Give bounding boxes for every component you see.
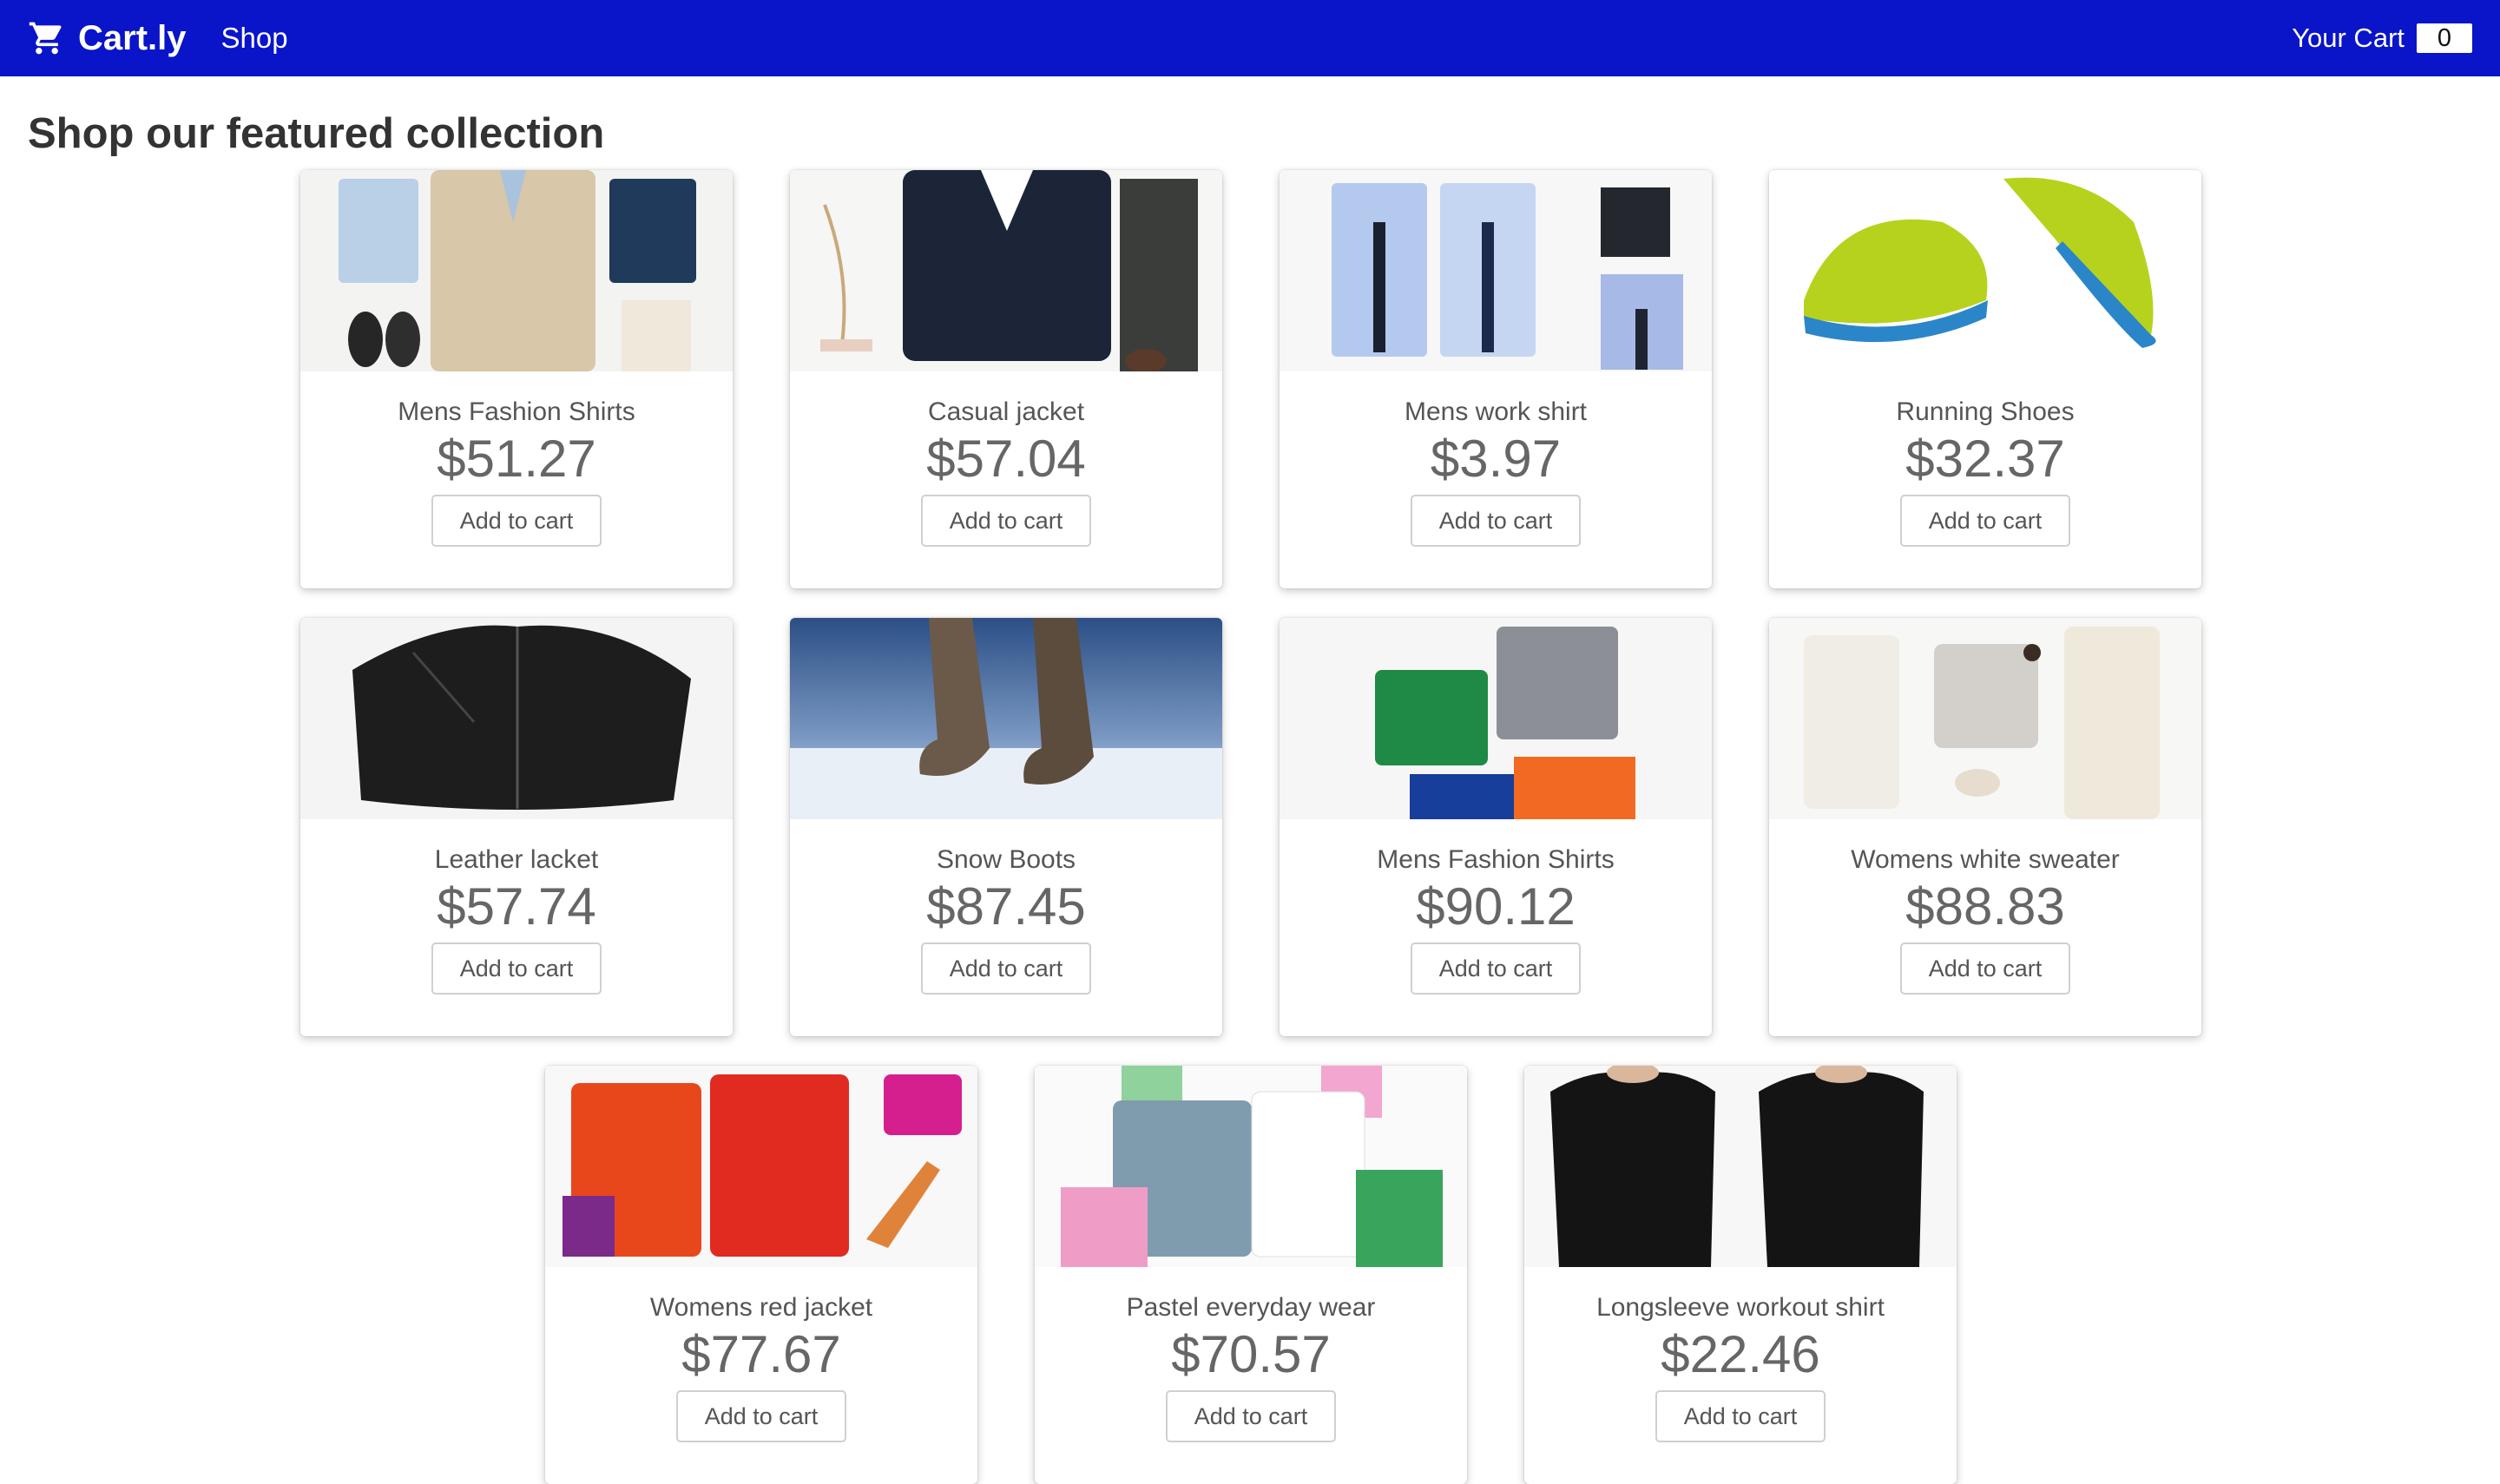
product-name: Womens white sweater bbox=[1851, 845, 2120, 874]
product-image-longsleeve-shirt[interactable] bbox=[1524, 1066, 1957, 1267]
product-image-leather-jacket[interactable] bbox=[300, 618, 733, 819]
product-card: Womens red jacket $77.67 Add to cart bbox=[545, 1066, 977, 1484]
add-to-cart-button[interactable]: Add to cart bbox=[676, 1390, 846, 1442]
add-to-cart-button[interactable]: Add to cart bbox=[1900, 942, 2070, 995]
product-card: Mens Fashion Shirts $51.27 Add to cart bbox=[300, 170, 733, 588]
product-price: $32.37 bbox=[1905, 430, 2065, 488]
product-name: Womens red jacket bbox=[649, 1293, 873, 1322]
product-price: $57.74 bbox=[437, 877, 596, 936]
add-to-cart-button[interactable]: Add to cart bbox=[1411, 495, 1581, 547]
product-name: Longsleeve workout shirt bbox=[1596, 1293, 1885, 1322]
product-price: $3.97 bbox=[1430, 430, 1562, 488]
product-name: Mens work shirt bbox=[1404, 397, 1588, 426]
product-grid: Mens Fashion Shirts $51.27 Add to cart C… bbox=[0, 0, 2500, 1484]
product-card: Leather lacket $57.74 Add to cart bbox=[300, 618, 733, 1036]
product-card: Snow Boots $87.45 Add to cart bbox=[790, 618, 1222, 1036]
product-price: $70.57 bbox=[1171, 1325, 1331, 1383]
add-to-cart-button[interactable]: Add to cart bbox=[1411, 942, 1581, 995]
product-name: Pastel everyday wear bbox=[1126, 1293, 1376, 1322]
product-price: $77.67 bbox=[681, 1325, 841, 1383]
product-name: Mens Fashion Shirts bbox=[398, 397, 635, 426]
product-name: Running Shoes bbox=[1896, 397, 2075, 426]
product-image-snow-boots[interactable] bbox=[790, 618, 1222, 819]
product-name: Casual jacket bbox=[927, 397, 1085, 426]
product-image-red-jacket[interactable] bbox=[545, 1066, 977, 1267]
add-to-cart-button[interactable]: Add to cart bbox=[1166, 1390, 1336, 1442]
add-to-cart-button[interactable]: Add to cart bbox=[921, 942, 1091, 995]
product-price: $88.83 bbox=[1905, 877, 2065, 936]
product-name: Snow Boots bbox=[936, 845, 1076, 874]
product-image-polo-shirts[interactable] bbox=[1280, 618, 1712, 819]
product-image-white-sweater[interactable] bbox=[1769, 618, 2201, 819]
product-card: Pastel everyday wear $70.57 Add to cart bbox=[1035, 1066, 1467, 1484]
product-card: Running Shoes $32.37 Add to cart bbox=[1769, 170, 2201, 588]
product-name: Mens Fashion Shirts bbox=[1377, 845, 1615, 874]
product-card: Casual jacket $57.04 Add to cart bbox=[790, 170, 1222, 588]
add-to-cart-button[interactable]: Add to cart bbox=[1900, 495, 2070, 547]
product-image-running-shoes[interactable] bbox=[1769, 170, 2201, 371]
product-price: $51.27 bbox=[437, 430, 596, 488]
product-image-work-shirt[interactable] bbox=[1280, 170, 1712, 371]
product-price: $90.12 bbox=[1416, 877, 1576, 936]
product-card: Mens work shirt $3.97 Add to cart bbox=[1280, 170, 1712, 588]
product-image-casual-jacket[interactable] bbox=[790, 170, 1222, 371]
product-card: Mens Fashion Shirts $90.12 Add to cart bbox=[1280, 618, 1712, 1036]
add-to-cart-button[interactable]: Add to cart bbox=[431, 495, 602, 547]
product-image-mens-outfit[interactable] bbox=[300, 170, 733, 371]
add-to-cart-button[interactable]: Add to cart bbox=[431, 942, 602, 995]
product-price: $57.04 bbox=[926, 430, 1086, 488]
product-card: Longsleeve workout shirt $22.46 Add to c… bbox=[1524, 1066, 1957, 1484]
add-to-cart-button[interactable]: Add to cart bbox=[1655, 1390, 1826, 1442]
product-image-pastel-wear[interactable] bbox=[1035, 1066, 1467, 1267]
product-price: $87.45 bbox=[926, 877, 1086, 936]
product-price: $22.46 bbox=[1661, 1325, 1820, 1383]
add-to-cart-button[interactable]: Add to cart bbox=[921, 495, 1091, 547]
product-card: Womens white sweater $88.83 Add to cart bbox=[1769, 618, 2201, 1036]
product-name: Leather lacket bbox=[434, 845, 599, 874]
